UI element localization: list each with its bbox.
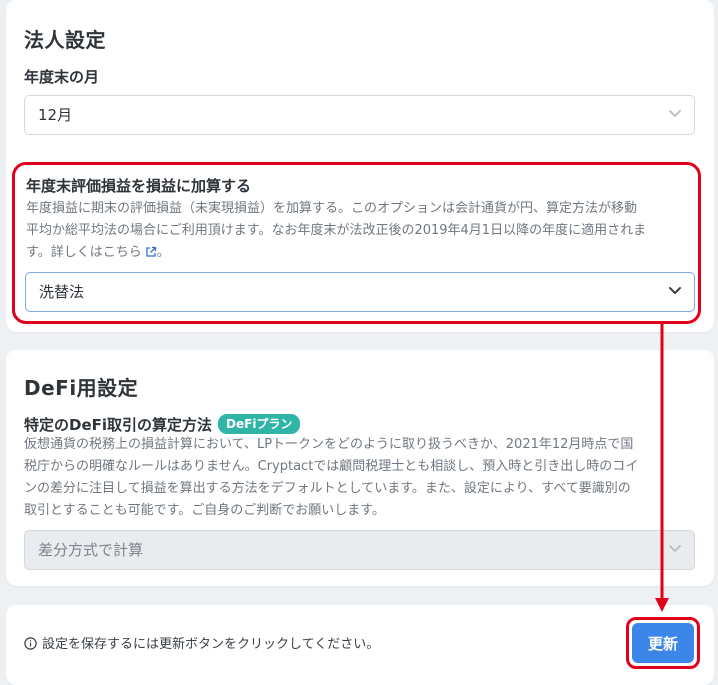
annotation-arrow: [655, 324, 669, 612]
arrow-head: [655, 598, 669, 612]
